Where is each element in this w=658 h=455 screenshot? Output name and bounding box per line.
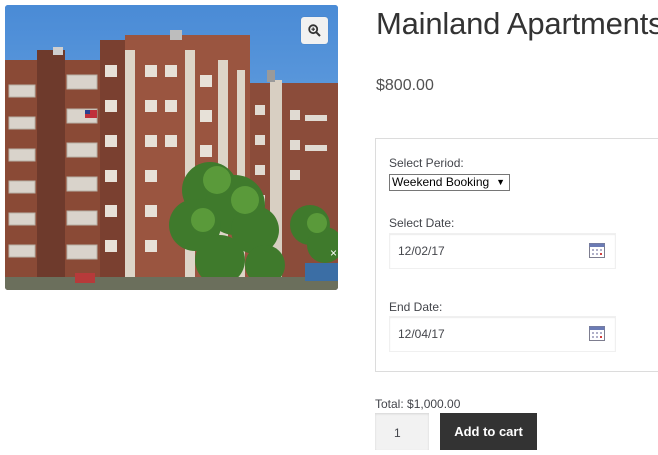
add-to-cart-button[interactable]: Add to cart [440,413,537,450]
calendar-icon[interactable] [589,325,605,341]
close-icon[interactable]: × [330,247,337,259]
end-date-value: 12/04/17 [398,327,445,341]
start-date-label: Select Date: [389,216,455,230]
period-select-value: Weekend Booking [392,175,490,189]
period-label: Select Period: [389,156,464,170]
quantity-input[interactable]: 1 [375,413,429,450]
product-price: $800.00 [376,77,434,94]
end-date-field[interactable]: 12/04/17 [389,316,616,352]
booking-form: Select Period: Weekend Booking ▼ Select … [375,138,658,372]
end-date-label: End Date: [389,300,443,314]
zoom-button[interactable] [301,17,328,44]
start-date-field[interactable]: 12/02/17 [389,233,616,269]
product-image[interactable]: × [5,5,338,290]
apartment-building-illustration [5,5,338,290]
calendar-icon[interactable] [589,242,605,258]
product-title: Mainland Apartments [376,6,658,41]
magnifier-zoom-icon [308,24,321,37]
period-select[interactable]: Weekend Booking ▼ [389,174,510,191]
dropdown-arrow-icon: ▼ [496,177,505,187]
booking-total: Total: $1,000.00 [375,397,461,411]
start-date-value: 12/02/17 [398,244,445,258]
